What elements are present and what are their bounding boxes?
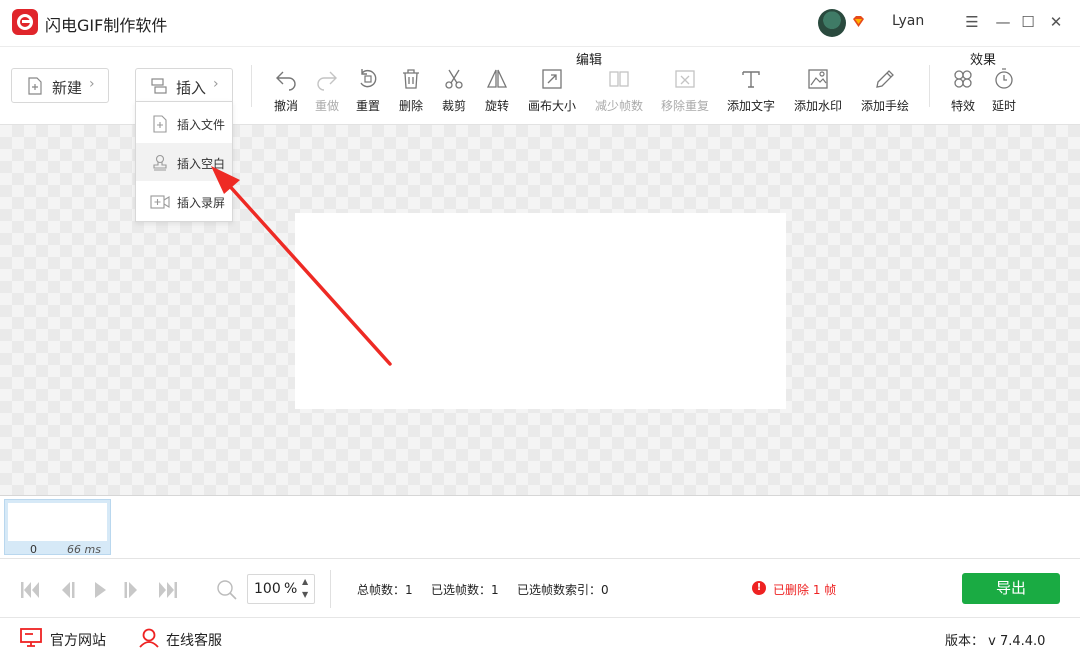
- resize-icon: [542, 69, 562, 89]
- delay-label: 延时: [991, 99, 1016, 113]
- remove-duplicates-button[interactable]: 移除重复: [655, 67, 715, 119]
- add-text-label: 添加文字: [726, 99, 775, 113]
- stamp-icon: [153, 154, 167, 171]
- text-icon: [742, 71, 760, 88]
- canvas-size-label: 画布大小: [527, 99, 576, 113]
- group-label-effect: 效果: [970, 53, 997, 68]
- effects-icon: [954, 70, 972, 88]
- title-bar: 闪电GIF制作软件 Lyan ☰ — ☐ ✕: [0, 0, 1080, 46]
- app-title: 闪电GIF制作软件: [45, 16, 168, 35]
- export-button[interactable]: 导出: [962, 573, 1060, 604]
- close-icon[interactable]: ✕: [1046, 12, 1066, 32]
- app-logo-icon: [12, 9, 38, 35]
- add-drawing-label: 添加手绘: [860, 99, 909, 113]
- chevron-right-icon: ›: [213, 76, 219, 92]
- add-text-button[interactable]: 添加文字: [721, 67, 781, 119]
- menu-item-insert-file[interactable]: 插入文件: [136, 104, 232, 142]
- footer-bar: 官方网站 在线客服 版本： v 7.4.4.0: [0, 619, 1080, 658]
- total-frames-status: 总帧数：1: [357, 583, 413, 597]
- menu-item-label: 插入录屏: [177, 196, 226, 210]
- menu-icon[interactable]: ☰: [962, 12, 982, 32]
- minimize-icon[interactable]: —: [993, 12, 1013, 32]
- rotate-label: 旋转: [484, 99, 509, 113]
- add-watermark-label: 添加水印: [793, 99, 842, 113]
- zoom-stepper[interactable]: 100 % ▲ ▼: [247, 574, 315, 604]
- reduce-frames-button[interactable]: 减少帧数: [589, 67, 649, 119]
- insert-dropdown-menu: 插入文件 插入空白 插入录屏: [135, 101, 233, 222]
- play-icon[interactable]: [89, 579, 111, 601]
- zoom-icon[interactable]: [216, 579, 238, 601]
- remove-duplicate-icon: [675, 70, 695, 88]
- first-frame-icon[interactable]: [19, 579, 41, 601]
- scissors-icon: [445, 69, 463, 89]
- delay-button[interactable]: 延时: [974, 67, 1034, 119]
- toolbar-divider: [251, 65, 252, 107]
- reduce-frames-label: 减少帧数: [594, 99, 643, 113]
- menu-item-label: 插入文件: [177, 118, 226, 132]
- file-plus-icon: [153, 115, 167, 133]
- version-label: 版本： v 7.4.4.0: [945, 634, 1046, 649]
- maximize-icon[interactable]: ☐: [1018, 12, 1038, 32]
- new-button[interactable]: 新建 ›: [11, 68, 109, 103]
- reset-icon: [360, 69, 377, 88]
- trash-icon: [403, 69, 419, 89]
- canvas-size-button[interactable]: 画布大小: [522, 67, 582, 119]
- toolbar-divider: [929, 65, 930, 107]
- timer-icon: [995, 68, 1013, 89]
- deleted-frames-warning: 已删除 1 帧: [773, 583, 837, 597]
- pencil-icon: [876, 70, 894, 88]
- group-label-edit: 编辑: [576, 53, 603, 68]
- insert-icon: [151, 78, 167, 94]
- watermark-icon: [808, 69, 828, 89]
- online-support-link[interactable]: 在线客服: [166, 630, 222, 650]
- rotate-button[interactable]: 旋转: [467, 67, 527, 119]
- last-frame-icon[interactable]: [157, 579, 179, 601]
- insert-button-label: 插入: [176, 79, 207, 97]
- new-button-label: 新建: [52, 79, 83, 97]
- customer-service-icon[interactable]: [138, 628, 160, 648]
- username-label[interactable]: Lyan: [892, 13, 924, 29]
- zoom-down-icon[interactable]: ▼: [302, 590, 308, 599]
- menu-item-label: 插入空白: [177, 157, 226, 171]
- selected-frames-status: 已选帧数：1: [431, 583, 499, 597]
- reduce-frames-icon: [609, 71, 629, 87]
- selected-index-status: 已选帧数索引：0: [517, 583, 609, 597]
- zoom-up-icon[interactable]: ▲: [302, 577, 308, 586]
- warning-icon: !: [752, 581, 766, 595]
- zoom-value[interactable]: 100: [254, 581, 281, 597]
- frame-index: 0: [30, 543, 37, 556]
- playback-bar: 100 % ▲ ▼ 总帧数：1 已选帧数：1 已选帧数索引：0 ! 已删除 1 …: [0, 560, 1080, 618]
- previous-frame-icon[interactable]: [56, 579, 78, 601]
- add-watermark-button[interactable]: 添加水印: [788, 67, 848, 119]
- remove-duplicates-label: 移除重复: [660, 99, 709, 113]
- official-website-link[interactable]: 官方网站: [50, 630, 106, 650]
- frame-delay[interactable]: 66 ms: [67, 543, 101, 556]
- undo-icon: [276, 71, 296, 91]
- screen-record-icon: [150, 195, 170, 209]
- monitor-icon[interactable]: [20, 628, 42, 648]
- frame-timeline: 0 66 ms: [0, 497, 1080, 559]
- menu-item-insert-screen-record[interactable]: 插入录屏: [136, 182, 232, 220]
- vip-diamond-icon[interactable]: [852, 15, 865, 28]
- frame-preview[interactable]: [295, 213, 786, 409]
- zoom-unit: %: [284, 581, 298, 597]
- frame-thumbnail[interactable]: 0 66 ms: [4, 499, 111, 556]
- user-avatar[interactable]: [818, 9, 846, 37]
- menu-item-insert-blank[interactable]: 插入空白: [136, 143, 232, 181]
- new-file-icon: [28, 77, 42, 95]
- flip-icon: [486, 69, 508, 88]
- frame-thumbnail-image: [8, 503, 107, 541]
- next-frame-icon[interactable]: [121, 579, 143, 601]
- add-drawing-button[interactable]: 添加手绘: [855, 67, 915, 119]
- redo-icon: [317, 71, 337, 91]
- status-divider: [330, 570, 331, 608]
- insert-button[interactable]: 插入 ›: [135, 68, 233, 103]
- chevron-right-icon: ›: [89, 76, 95, 92]
